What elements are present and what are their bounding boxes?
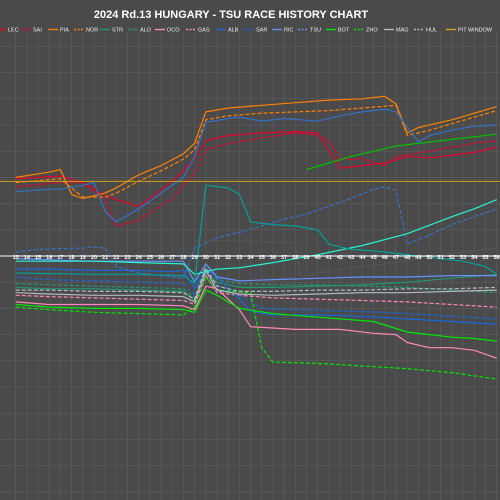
chart-background	[0, 0, 500, 500]
lap-label-27: 27	[169, 255, 175, 261]
lap-label-42: 42	[337, 255, 343, 261]
legend-label-tsu: TSU	[310, 28, 321, 34]
lap-label-29: 29	[192, 255, 198, 261]
lap-label-20: 20	[91, 255, 97, 261]
legend-label-str: STR	[112, 28, 123, 34]
lap-label-41: 41	[326, 255, 332, 261]
lap-label-52: 52	[449, 255, 455, 261]
legend-label-ric: RIC	[284, 28, 294, 34]
lap-label-25: 25	[147, 255, 153, 261]
lap-label-22: 22	[113, 255, 119, 261]
legend-label-pia: PIA	[60, 28, 69, 34]
legend-label-mag: MAG	[396, 28, 409, 34]
race-history-chart: 2024 Rd.13 HUNGARY - TSU RACE HISTORY CH…	[0, 0, 500, 500]
lap-label-21: 21	[102, 255, 108, 261]
lap-label-38: 38	[292, 255, 298, 261]
lap-label-34: 34	[247, 255, 254, 261]
lap-label-32: 32	[225, 255, 231, 261]
lap-label-18: 18	[69, 255, 75, 261]
lap-label-46: 46	[382, 255, 388, 261]
legend-label-alb: ALB	[228, 28, 239, 34]
lap-label-24: 24	[136, 255, 143, 261]
lap-label-28: 28	[180, 255, 186, 261]
chart-title: 2024 Rd.13 HUNGARY - TSU RACE HISTORY CH…	[94, 9, 369, 21]
lap-label-36: 36	[270, 255, 276, 261]
lap-label-45: 45	[371, 255, 377, 261]
lap-label-19: 19	[80, 255, 86, 261]
lap-label-13: 13	[13, 255, 19, 261]
lap-label-50: 50	[426, 255, 432, 261]
legend-label-hul: HUL	[426, 28, 437, 34]
legend-label-gas: GAS	[198, 28, 210, 34]
legend-label-zho: ZHO	[366, 28, 378, 34]
legend-label-sai: SAI	[33, 28, 42, 34]
legend-label-oco: OCO	[167, 28, 180, 34]
lap-label-54: 54	[471, 255, 478, 261]
lap-label-40: 40	[315, 255, 321, 261]
legend-label-nor: NOR	[86, 28, 98, 34]
lap-label-15: 15	[35, 255, 41, 261]
lap-label-35: 35	[259, 255, 265, 261]
lap-label-26: 26	[158, 255, 164, 261]
lap-label-39: 39	[303, 255, 309, 261]
lap-label-31: 31	[214, 255, 220, 261]
lap-label-55: 55	[482, 255, 488, 261]
lap-label-56: 56	[494, 255, 500, 261]
lap-label-49: 49	[415, 255, 421, 261]
lap-label-47: 47	[393, 255, 399, 261]
lap-label-14: 14	[24, 255, 31, 261]
lap-label-33: 33	[236, 255, 242, 261]
lap-label-30: 30	[203, 255, 209, 261]
lap-label-53: 53	[460, 255, 466, 261]
lap-label-48: 48	[404, 255, 410, 261]
legend-label-lec: LEC	[8, 28, 19, 34]
lap-label-17: 17	[57, 255, 63, 261]
lap-label-37: 37	[281, 255, 287, 261]
lap-label-16: 16	[46, 255, 52, 261]
lap-label-23: 23	[124, 255, 130, 261]
lap-label-43: 43	[348, 255, 354, 261]
lap-label-44: 44	[359, 255, 366, 261]
lap-label-51: 51	[438, 255, 444, 261]
